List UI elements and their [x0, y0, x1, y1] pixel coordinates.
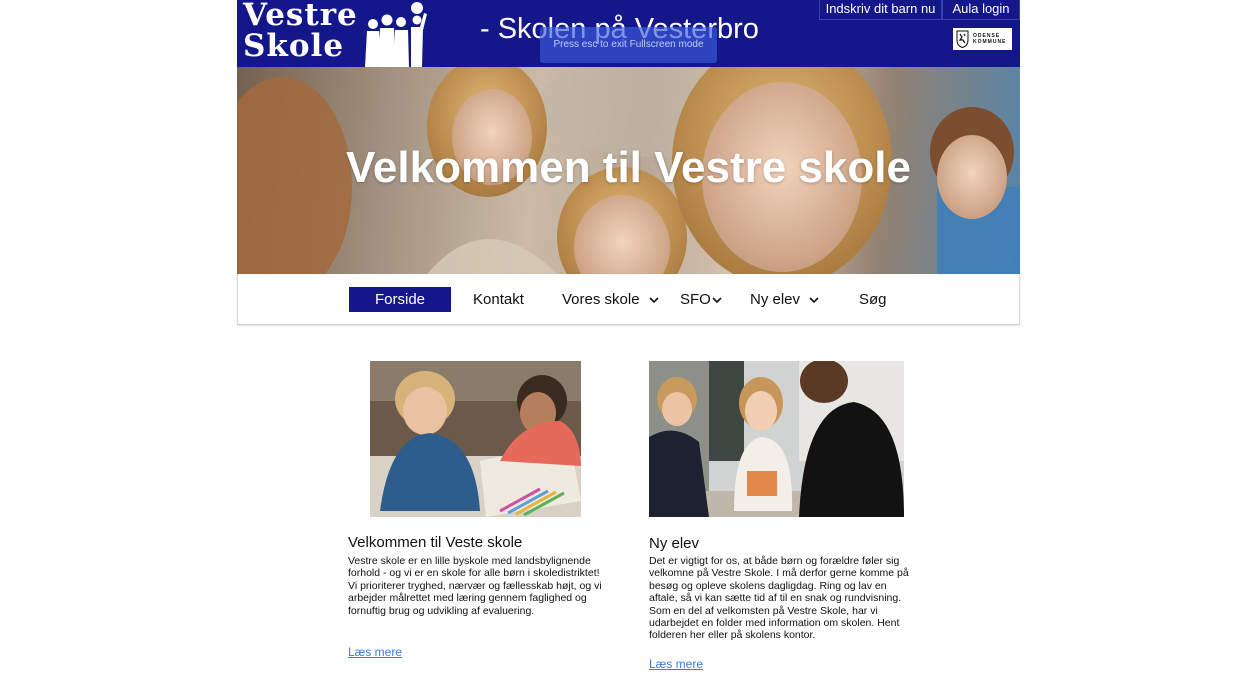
card-body-welcome: Vestre skole er en lille byskole med lan…	[348, 555, 613, 617]
card-body-line: fornuftig brug og udvikling af evaluerin…	[348, 604, 535, 617]
card-body-line: velkomne på Vestre Skole. I må derfor ge…	[649, 567, 909, 580]
card-body-new-student: Det er vigtigt for os, at både børn og f…	[649, 555, 914, 642]
card-title-new-student: Ny elev	[649, 535, 700, 552]
nav-item-vores-skole[interactable]: Vores skole	[562, 287, 660, 312]
card-body-line: Vestre skole er en lille byskole med lan…	[348, 555, 591, 567]
card-body-line: udarbejdet en folder med information om …	[649, 617, 900, 630]
nav-item-ny-elev[interactable]: Ny elev	[750, 287, 820, 312]
card-body-line: Vi prioriterer tryghed, nærvær og fælles…	[348, 579, 602, 592]
odense-kommune-logo[interactable]: ODENSE KOMMUNE	[953, 28, 1012, 50]
main-navigation: Forside Kontakt Vores skole SFO Ny elev …	[237, 274, 1020, 325]
hero-title: Velkommen til Vestre skole	[346, 143, 911, 192]
card-body-line: aftale, så vi kan sætte tid af til en sn…	[649, 592, 902, 605]
nav-item-sfo[interactable]: SFO	[680, 287, 723, 312]
nav-item-label: Forside	[374, 291, 426, 308]
card-image-welcome	[370, 361, 581, 517]
card-body-line: forhold - og vi er en skole for alle bør…	[348, 567, 600, 580]
children-silhouette-icon	[365, 2, 427, 67]
kommune-crest-icon	[956, 30, 969, 48]
card-body-line: Som en del af velkomsten på Vestre Skole…	[649, 604, 878, 617]
card-body-line: folderen her eller på skolens kontor.	[649, 629, 816, 642]
logo-line-2: Skole	[243, 28, 345, 64]
nav-item-label: Kontakt	[473, 291, 524, 308]
aula-login-link[interactable]: Aula login	[942, 0, 1020, 20]
read-more-link-new-student[interactable]: Læs mere	[649, 657, 703, 671]
site-header: Vestre Skole - Skolen på Vesterbr	[237, 0, 1020, 67]
nav-item-label: Vores skole	[562, 291, 640, 308]
card-body-line: besøg og opleve skolens dagligdag. Ring …	[649, 579, 887, 592]
page: Vestre Skole - Skolen på Vesterbr	[0, 0, 1257, 679]
school-logo[interactable]: Vestre Skole	[243, 0, 427, 67]
classroom-photo	[370, 361, 581, 517]
nav-item-kontakt[interactable]: Kontakt	[473, 287, 524, 312]
nav-item-label: Søg	[859, 291, 887, 308]
hero-banner: Velkommen til Vestre skole	[237, 67, 1020, 274]
nav-item-label: Ny elev	[750, 291, 801, 308]
card-body-line: Det er vigtigt for os, at både børn og f…	[649, 555, 900, 567]
logo-text: Vestre Skole	[243, 0, 358, 62]
nav-item-sog[interactable]: Søg	[859, 287, 887, 312]
chevron-down-icon	[712, 297, 722, 304]
card-title-welcome: Velkommen til Veste skole	[348, 534, 523, 551]
card-body-line: arbejder målrettet med læring gennem fag…	[348, 592, 587, 605]
chevron-down-icon	[649, 297, 659, 304]
fullscreen-notice: Press esc to exit Fullscreen mode	[540, 27, 717, 63]
kommune-logo-line-2: KOMMUNE	[973, 39, 1007, 45]
enroll-child-link[interactable]: Indskriv dit barn nu	[819, 0, 942, 20]
nav-item-forside[interactable]: Forside	[349, 287, 451, 312]
read-more-link-welcome[interactable]: Læs mere	[348, 645, 402, 659]
nav-item-label: SFO	[680, 291, 711, 308]
students-photo	[649, 361, 904, 517]
logo-line-1: Vestre	[243, 0, 358, 33]
card-image-new-student	[649, 361, 904, 517]
chevron-down-icon	[809, 297, 819, 304]
kommune-logo-text: ODENSE KOMMUNE	[973, 33, 1006, 45]
